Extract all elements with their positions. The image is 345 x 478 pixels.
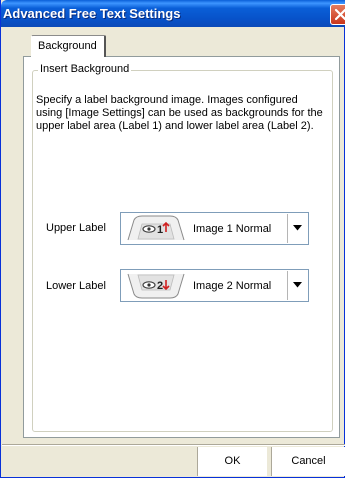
- lower-label-select[interactable]: 2 Image 2 Normal: [120, 269, 309, 302]
- image-1-thumbnail: 1: [127, 215, 185, 241]
- window-title: Advanced Free Text Settings: [3, 6, 181, 21]
- chevron-down-icon: [293, 225, 302, 231]
- footer-separator: [2, 444, 345, 446]
- group-description: Specify a label background image. Images…: [36, 94, 323, 132]
- title-bar[interactable]: Advanced Free Text Settings: [1, 0, 345, 27]
- ok-button-label: OK: [224, 455, 241, 467]
- upper-label-select[interactable]: 1 Image 1 Normal: [120, 212, 309, 245]
- upper-label-value: Image 1 Normal: [193, 223, 272, 235]
- upper-label-dropdown-button[interactable]: [287, 214, 307, 243]
- ok-button[interactable]: OK: [197, 447, 267, 476]
- lower-label-dropdown-button[interactable]: [287, 271, 307, 300]
- lower-label-value: Image 2 Normal: [193, 280, 272, 292]
- tab-background[interactable]: Background: [31, 35, 106, 57]
- lower-label-caption: Lower Label: [46, 280, 106, 292]
- tab-background-label: Background: [38, 40, 97, 52]
- image-number: 1: [157, 224, 163, 236]
- chevron-down-icon: [293, 282, 302, 288]
- image-number: 2: [157, 280, 163, 292]
- upper-label-caption: Upper Label: [46, 222, 106, 234]
- group-title: Insert Background: [38, 63, 132, 75]
- close-icon: [334, 8, 345, 21]
- tab-panel-background: Insert Background Specify a label backgr…: [23, 56, 340, 438]
- cancel-button-label: Cancel: [291, 455, 326, 467]
- cancel-button[interactable]: Cancel: [271, 447, 345, 476]
- close-button[interactable]: [330, 4, 345, 25]
- dialog-window: Advanced Free Text Settings Background I…: [0, 0, 345, 478]
- image-2-thumbnail: 2: [127, 273, 185, 299]
